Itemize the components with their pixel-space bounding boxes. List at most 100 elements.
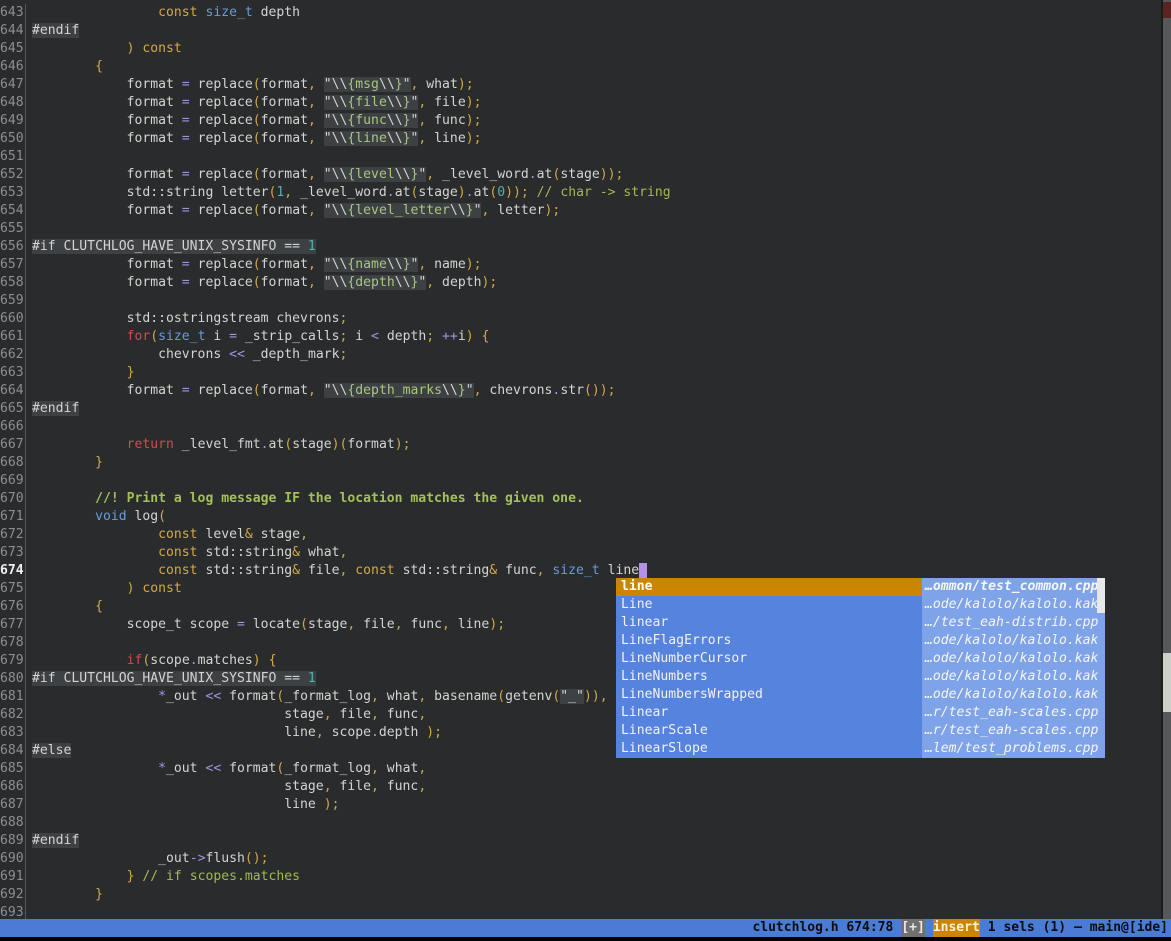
code-line[interactable]: 689#endif [0,832,1161,850]
line-number: 691 [0,868,26,886]
code-token: 1 [308,239,316,254]
code-line[interactable]: 650 format = replace(format, "\\{line\\}… [0,130,1161,148]
editor-scrollbar[interactable] [1161,0,1171,919]
scrollbar-thumb[interactable] [1163,653,1171,712]
code-line[interactable]: 691 } // if scopes.matches [0,868,1161,886]
completion-item[interactable]: line…ommon/test_common.cpp [616,578,1105,596]
code-line[interactable]: 648 format = replace(format, "\\{file\\}… [0,94,1161,112]
completion-item[interactable]: linear…/test_eah-distrib.cpp [616,614,1105,632]
code-token [32,491,95,506]
code-token: #endif [32,833,79,848]
code-token: )); [505,185,529,200]
line-number: 682 [0,706,26,724]
code-line[interactable]: 644#endif [0,22,1161,40]
code-line[interactable]: 651 [0,148,1161,166]
code-line[interactable]: 670 //! Print a log message IF the locat… [0,490,1161,508]
code-token: , [308,77,316,92]
code-line[interactable]: 668 } [0,454,1161,472]
code-line[interactable]: 665#endif [0,400,1161,418]
code-line[interactable]: 655 [0,220,1161,238]
line-number: 671 [0,508,26,526]
completion-item[interactable]: LineNumberCursor…ode/kalolo/kalolo.kak [616,650,1105,668]
code-line[interactable]: 672 const level& stage, [0,526,1161,544]
code-token: format [347,437,394,452]
code-line[interactable]: 649 format = replace(format, "\\{func\\}… [0,112,1161,130]
code-token: , [324,779,332,794]
code-line[interactable]: 687 line ); [0,796,1161,814]
code-token: , [339,545,347,560]
code-line[interactable]: 693 [0,904,1161,919]
completion-label: LinearScale [616,722,922,740]
completion-item[interactable]: Linear…r/test_eah-scales.cpp [616,704,1105,722]
code-line[interactable]: 667 return _level_fmt.at(stage)(format); [0,436,1161,454]
line-number: 684 [0,742,26,760]
code-line[interactable]: 669 [0,472,1161,490]
code-line[interactable]: 671 void log( [0,508,1161,526]
code-token: #else [32,743,71,758]
code-line[interactable]: 646 { [0,58,1161,76]
code-token: ( [150,329,158,344]
code-token: } [403,113,411,128]
code-token: format [127,383,182,398]
code-token: ; [426,329,434,344]
code-token: , [308,257,316,272]
code-token: "\\ [324,203,348,218]
code-line[interactable]: 653 std::string letter(1, _level_word.at… [0,184,1161,202]
code-token: func [403,617,442,632]
code-line[interactable]: 664 format = replace(format, "\\{depth_m… [0,382,1161,400]
code-token: ; [339,347,347,362]
code-line[interactable]: 660 std::ostringstream chevrons; [0,310,1161,328]
code-token: , [442,617,450,632]
code-line[interactable]: 647 format = replace(format, "\\{msg\\}"… [0,76,1161,94]
code-line[interactable]: 688 [0,814,1161,832]
completion-item[interactable]: LineNumbersWrapped…ode/kalolo/kalolo.kak [616,686,1105,704]
code-token: basename [426,689,497,704]
code-token: format [127,167,182,182]
code-token: ); [481,275,497,290]
completion-item[interactable]: LinearScale…r/test_eah-scales.cpp [616,722,1105,740]
code-line[interactable]: 645 ) const [0,40,1161,58]
code-token: ( [253,167,261,182]
completion-scrollbar-thumb[interactable] [1097,578,1105,613]
code-line[interactable]: 652 format = replace(format, "\\{level\\… [0,166,1161,184]
code-line[interactable]: 654 format = replace(format, "\\{level_l… [0,202,1161,220]
code-line[interactable]: 666 [0,418,1161,436]
code-token: _format_log [284,689,371,704]
line-number: 644 [0,22,26,40]
code-token: // char -> string [537,185,671,200]
code-token [32,5,158,20]
completion-item[interactable]: Line…ode/kalolo/kalolo.kak [616,596,1105,614]
code-token: = [237,617,245,632]
code-token: line [284,797,323,812]
code-line[interactable]: 685 *_out << format(_format_log, what, [0,760,1161,778]
code-buffer[interactable]: 643 const size_t depth644#endif645 ) con… [0,0,1161,919]
completion-item[interactable]: LineNumbers…ode/kalolo/kalolo.kak [616,668,1105,686]
line-number: 661 [0,328,26,346]
code-line[interactable]: 656#if CLUTCHLOG_HAVE_UNIX_SYSINFO == 1 [0,238,1161,256]
code-line[interactable]: 643 const size_t depth [0,4,1161,22]
completion-item[interactable]: LineFlagErrors…ode/kalolo/kalolo.kak [616,632,1105,650]
code-line[interactable]: 662 chevrons << _depth_mark; [0,346,1161,364]
code-line[interactable]: 659 [0,292,1161,310]
code-token: return [127,437,174,452]
code-token: file [332,779,371,794]
code-line[interactable]: 692 } [0,886,1161,904]
code-line[interactable]: 690 _out->flush(); [0,850,1161,868]
code-token: _out [166,761,205,776]
code-token: format [221,689,276,704]
code-line[interactable]: 658 format = replace(format, "\\{depth\\… [0,274,1161,292]
code-line[interactable]: 657 format = replace(format, "\\{name\\}… [0,256,1161,274]
code-line[interactable]: 663 } [0,364,1161,382]
code-token: void [95,509,127,524]
code-line[interactable]: 673 const std::string& what, [0,544,1161,562]
code-token: ); [458,77,474,92]
code-token: format [221,761,276,776]
completion-item[interactable]: LinearSlope…lem/test_problems.cpp [616,740,1105,758]
code-line[interactable]: 661 for(size_t i = _strip_calls; i < dep… [0,328,1161,346]
status-bar: clutchlog.h 674:78[+]insert1 sels (1)– m… [0,919,1171,937]
code-token [32,437,127,452]
line-number: 673 [0,544,26,562]
code-line[interactable]: 686 stage, file, func, [0,778,1161,796]
code-token: } [458,383,466,398]
code-token: depth [253,5,300,20]
